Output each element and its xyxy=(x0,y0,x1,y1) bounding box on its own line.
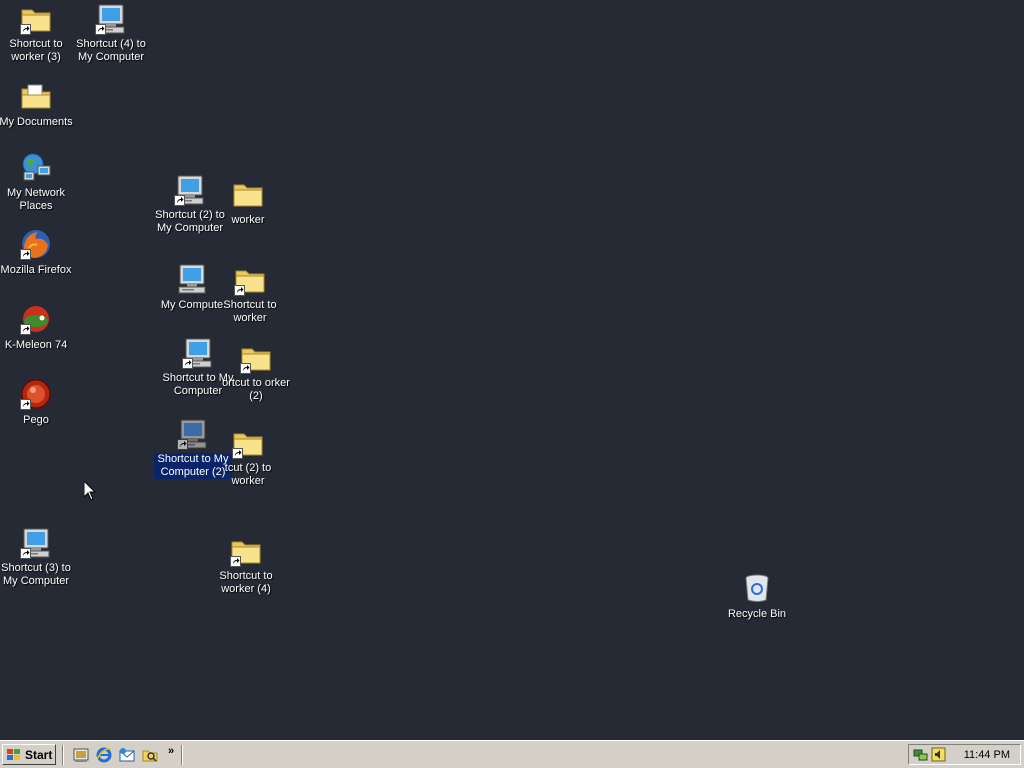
desktop-icon-shortcut-to-worker-4[interactable]: Shortcut to worker (4) xyxy=(207,535,285,597)
internet-explorer-button[interactable] xyxy=(96,747,112,763)
desktop-icon-shortcut-4-to-my-computer[interactable]: Shortcut (4) to My Computer xyxy=(72,3,150,65)
desktop-icon-my-network-places[interactable]: My Network Places xyxy=(0,152,75,214)
shortcut-arrow-icon xyxy=(174,195,185,206)
network-tray-icon[interactable] xyxy=(913,747,928,762)
icon-label: Shortcut to worker (3) xyxy=(9,38,63,63)
outlook-express-icon xyxy=(119,748,135,762)
icon-label: worker xyxy=(231,214,265,226)
folder-icon xyxy=(232,178,264,210)
icon-label: Shortcut to worker (4) xyxy=(219,570,273,595)
speaker-icon xyxy=(931,747,946,762)
show-desktop-button[interactable] xyxy=(73,747,89,763)
icon-label: ortcut to orker (2) xyxy=(222,377,290,402)
desktop-icon-shortcut-3-to-my-computer[interactable]: Shortcut (3) to My Computer xyxy=(0,527,75,589)
shortcut-arrow-icon xyxy=(232,448,243,459)
desktop[interactable]: Shortcut to worker (3) Shortcut (4) to M… xyxy=(0,0,1024,740)
desktop-icon-shortcut-2-to-worker[interactable]: tcut (2) to worker xyxy=(209,427,287,489)
computer-icon xyxy=(176,263,208,295)
taskbar: Start » 11:44 PM xyxy=(0,740,1024,768)
start-label: Start xyxy=(25,747,53,762)
icon-label: K-Meleon 74 xyxy=(4,339,68,351)
desktop-icon-pego[interactable]: Pego xyxy=(0,378,75,428)
explorer-button[interactable] xyxy=(142,747,158,763)
desktop-icon-shortcut-to-worker[interactable]: Shortcut to worker xyxy=(211,264,289,326)
quick-launch-more-button[interactable]: » xyxy=(168,745,174,757)
shortcut-arrow-icon xyxy=(20,24,31,35)
icon-label: Shortcut (4) to My Computer xyxy=(76,38,146,63)
taskbar-separator xyxy=(181,745,183,765)
outlook-express-button[interactable] xyxy=(119,747,135,763)
desktop-icon-worker[interactable]: worker xyxy=(209,178,287,228)
icon-label: Recycle Bin xyxy=(727,608,787,620)
icon-label: Mozilla Firefox xyxy=(0,264,72,276)
clock[interactable]: 11:44 PM xyxy=(964,749,1010,761)
shortcut-arrow-icon xyxy=(182,358,193,369)
taskbar-separator xyxy=(62,745,64,765)
shortcut-arrow-icon xyxy=(240,363,251,374)
desktop-icon-recycle-bin[interactable]: Recycle Bin xyxy=(718,572,796,622)
mouse-cursor-icon xyxy=(84,481,96,501)
shortcut-arrow-icon xyxy=(230,556,241,567)
desktop-icon-shortcut-to-worker-2[interactable]: ortcut to orker (2) xyxy=(217,342,295,404)
shortcut-arrow-icon xyxy=(20,324,31,335)
windows-logo-icon xyxy=(7,748,20,760)
icon-label: Pego xyxy=(23,414,49,426)
shortcut-arrow-icon xyxy=(234,285,245,296)
desktop-icon-my-documents[interactable]: My Documents xyxy=(0,80,75,130)
icon-label: tcut (2) to worker xyxy=(224,462,272,487)
desktop-icon-shortcut-to-worker-3[interactable]: Shortcut to worker (3) xyxy=(0,3,75,65)
desktop-icon-mozilla-firefox[interactable]: Mozilla Firefox xyxy=(0,228,75,278)
explorer-icon xyxy=(142,750,158,762)
my-documents-icon xyxy=(20,80,52,112)
icon-label: My Documents xyxy=(0,116,73,128)
shortcut-arrow-icon xyxy=(95,24,106,35)
icon-label: Shortcut to worker xyxy=(223,299,277,324)
recycle-bin-icon xyxy=(741,572,773,604)
volume-tray-icon[interactable] xyxy=(931,747,946,762)
icon-label: My Network Places xyxy=(6,187,66,212)
shortcut-arrow-icon xyxy=(20,249,31,260)
icon-label: Shortcut (3) to My Computer xyxy=(1,562,71,587)
network-places-icon xyxy=(20,152,52,184)
start-button[interactable]: Start xyxy=(2,744,56,765)
shortcut-arrow-icon xyxy=(177,439,188,450)
show-desktop-icon xyxy=(73,748,89,762)
network-connection-icon xyxy=(913,749,928,761)
shortcut-arrow-icon xyxy=(20,548,31,559)
system-tray: 11:44 PM xyxy=(908,744,1021,765)
internet-explorer-icon xyxy=(96,747,112,763)
shortcut-arrow-icon xyxy=(20,399,31,410)
desktop-icon-k-meleon[interactable]: K-Meleon 74 xyxy=(0,303,75,353)
